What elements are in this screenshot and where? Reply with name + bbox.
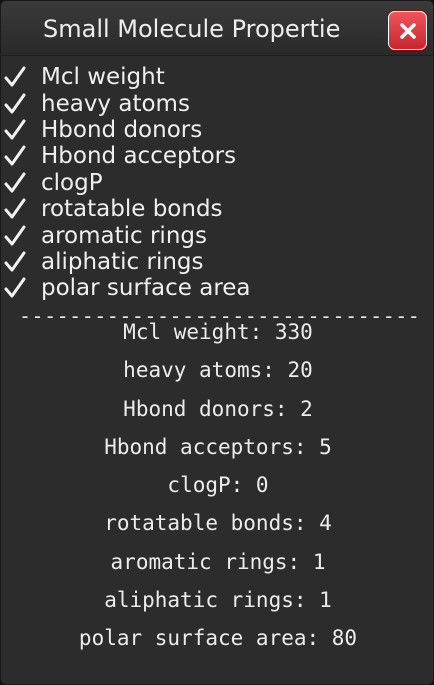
option-label: rotatable bonds	[41, 196, 223, 223]
window-title: Small Molecule Propertie	[43, 15, 341, 43]
checkbox-clogp[interactable]	[3, 170, 31, 196]
option-hbond-acceptors[interactable]: Hbond acceptors	[1, 143, 251, 169]
title-bar[interactable]: Small Molecule Propertie	[1, 1, 433, 56]
result-mcl-weight: Mcl weight: 330	[123, 320, 313, 344]
option-polar-surface-area[interactable]: polar surface area	[1, 275, 251, 301]
checkbox-heavy-atoms[interactable]	[3, 91, 31, 117]
result-clogp: clogP: 0	[167, 473, 269, 498]
checkmark-icon	[4, 66, 26, 87]
checkbox-aliphatic-rings[interactable]	[3, 249, 31, 275]
result-polar-surface-area: polar surface area: 80	[78, 626, 358, 651]
checkmark-icon	[4, 225, 26, 246]
option-aromatic-rings[interactable]: aromatic rings	[1, 222, 251, 249]
small-molecule-properties-panel: Small Molecule Propertie Mcl weight heav…	[0, 0, 434, 685]
checkmark-icon	[4, 198, 26, 219]
option-heavy-atoms[interactable]: heavy atoms	[1, 90, 251, 117]
checkbox-hbond-acceptors[interactable]	[3, 143, 31, 169]
option-label: aromatic rings	[41, 222, 207, 249]
option-label: Hbond donors	[41, 116, 203, 143]
checkmark-icon	[4, 277, 26, 298]
checkbox-rotatable-bonds[interactable]	[3, 196, 31, 222]
checkbox-polar-surface-area[interactable]	[3, 275, 31, 301]
option-rotatable-bonds[interactable]: rotatable bonds	[1, 196, 251, 222]
close-icon	[399, 22, 416, 39]
option-aliphatic-rings[interactable]: aliphatic rings	[1, 249, 251, 275]
option-label: Hbond acceptors	[41, 143, 237, 170]
result-rotatable-bonds: rotatable bonds: 4	[104, 511, 332, 536]
option-label: clogP	[41, 169, 103, 196]
option-label: Mcl weight	[41, 64, 165, 91]
checkmark-icon	[4, 145, 26, 166]
checkbox-hbond-donors[interactable]	[3, 117, 31, 143]
result-heavy-atoms: heavy atoms: 20	[123, 358, 313, 383]
checkmark-icon	[4, 251, 26, 272]
close-button[interactable]	[388, 11, 427, 50]
checkmark-icon	[4, 119, 26, 140]
checkmark-icon	[4, 172, 26, 193]
checkbox-aromatic-rings[interactable]	[3, 223, 31, 249]
option-label: heavy atoms	[41, 90, 190, 117]
property-results-list: Mcl weight: 330 heavy atoms: 20 Hbond do…	[1, 313, 433, 658]
result-hbond-donors: Hbond donors: 2	[123, 396, 313, 421]
result-aromatic-rings: aromatic rings: 1	[110, 549, 326, 574]
result-hbond-acceptors: Hbond acceptors: 5	[104, 434, 332, 459]
property-options-list: Mcl weight heavy atoms Hbond donors Hbon…	[1, 64, 251, 302]
checkmark-icon	[4, 93, 26, 114]
option-hbond-donors[interactable]: Hbond donors	[1, 117, 251, 143]
option-mcl-weight[interactable]: Mcl weight	[1, 64, 251, 90]
option-clogp[interactable]: clogP	[1, 170, 251, 196]
option-label: polar surface area	[41, 275, 251, 302]
checkbox-mcl-weight[interactable]	[3, 64, 31, 90]
result-aliphatic-rings: aliphatic rings: 1	[104, 588, 332, 613]
option-label: aliphatic rings	[41, 248, 204, 275]
